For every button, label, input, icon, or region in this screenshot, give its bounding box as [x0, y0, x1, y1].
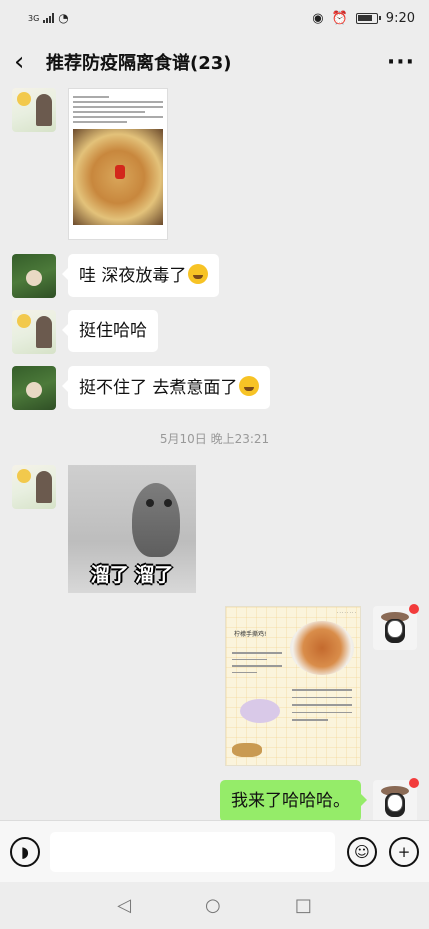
- status-right: ◉ ⏰ 9:20: [312, 11, 415, 26]
- voice-icon[interactable]: ◗: [10, 836, 40, 867]
- avatar[interactable]: [12, 254, 56, 298]
- status-left: 3G ◔: [28, 11, 69, 25]
- chat-timestamp: 5月10日 晚上23:21: [159, 432, 270, 446]
- signal-icon: [43, 13, 55, 23]
- input-bar: ◗ ☺ +: [0, 820, 429, 882]
- alarm-icon: ⏰: [331, 10, 348, 26]
- message-text: 挺不住了 去煮意面了: [79, 378, 238, 398]
- crying-laughing-emoji-icon: [188, 264, 209, 284]
- text-bubble[interactable]: 我来了哈哈哈。: [220, 780, 367, 822]
- text-bubble[interactable]: 哇 深夜放毒了: [61, 254, 220, 297]
- avatar[interactable]: [373, 604, 419, 650]
- message-text: 哇 深夜放毒了: [79, 266, 187, 286]
- crying-laughing-emoji-icon: [239, 376, 260, 396]
- nav-recents-icon[interactable]: □: [295, 895, 312, 916]
- owl-sticker-message[interactable]: 溜了 溜了: [68, 465, 196, 593]
- message-item: 我来了哈哈哈。: [220, 778, 419, 824]
- eye-comfort-icon: ◉: [312, 10, 324, 26]
- plus-icon[interactable]: +: [389, 836, 419, 867]
- system-nav-bar: ◁ ○ □: [0, 882, 429, 929]
- recipe-image-message[interactable]: [68, 88, 168, 240]
- message-input[interactable]: [50, 831, 335, 872]
- message-item: 挺不住了 去煮意面了: [12, 366, 271, 410]
- sticker-caption: 溜了 溜了: [90, 564, 174, 586]
- message-item: 哇 深夜放毒了: [12, 254, 220, 298]
- chicken-dish-photo: [290, 621, 354, 675]
- unread-dot: [409, 778, 419, 788]
- avatar[interactable]: [12, 88, 56, 132]
- owl-illustration: [132, 483, 180, 557]
- network-type: 3G: [28, 13, 40, 23]
- avatar[interactable]: [373, 778, 419, 824]
- text-bubble[interactable]: 挺不住了 去煮意面了: [61, 366, 271, 409]
- message-item: [12, 88, 168, 240]
- chat-title: 推荐防疫隔离食谱(23): [46, 53, 232, 74]
- message-item: 溜了 溜了: [12, 465, 196, 593]
- more-options-icon[interactable]: ···: [387, 50, 415, 75]
- nav-home-icon[interactable]: ○: [205, 895, 221, 916]
- avatar[interactable]: [12, 465, 56, 509]
- recipe-card-message[interactable]: · · · · · · · · 柠檬手撕鸡!: [225, 606, 361, 766]
- message-item: 挺住哈哈: [12, 310, 158, 354]
- message-text: 我来了哈哈哈。: [231, 791, 350, 811]
- recipe-card-title: 柠檬手撕鸡!: [234, 631, 267, 638]
- wifi-icon: ◔: [58, 11, 69, 25]
- avatar[interactable]: [12, 310, 56, 354]
- unread-dot: [409, 604, 419, 614]
- status-bar: 3G ◔ ◉ ⏰ 9:20: [0, 0, 429, 36]
- back-icon[interactable]: ‹: [14, 49, 40, 75]
- nav-back-icon[interactable]: ◁: [117, 895, 131, 916]
- battery-icon: [355, 12, 381, 24]
- avatar[interactable]: [12, 366, 56, 410]
- message-item: · · · · · · · · 柠檬手撕鸡!: [225, 604, 419, 766]
- emoji-icon[interactable]: ☺: [347, 836, 377, 867]
- text-bubble[interactable]: 挺住哈哈: [62, 310, 158, 352]
- message-text: 挺住哈哈: [79, 321, 147, 341]
- status-time: 9:20: [385, 10, 415, 26]
- chat-header: ‹ 推荐防疫隔离食谱(23) ···: [0, 36, 429, 88]
